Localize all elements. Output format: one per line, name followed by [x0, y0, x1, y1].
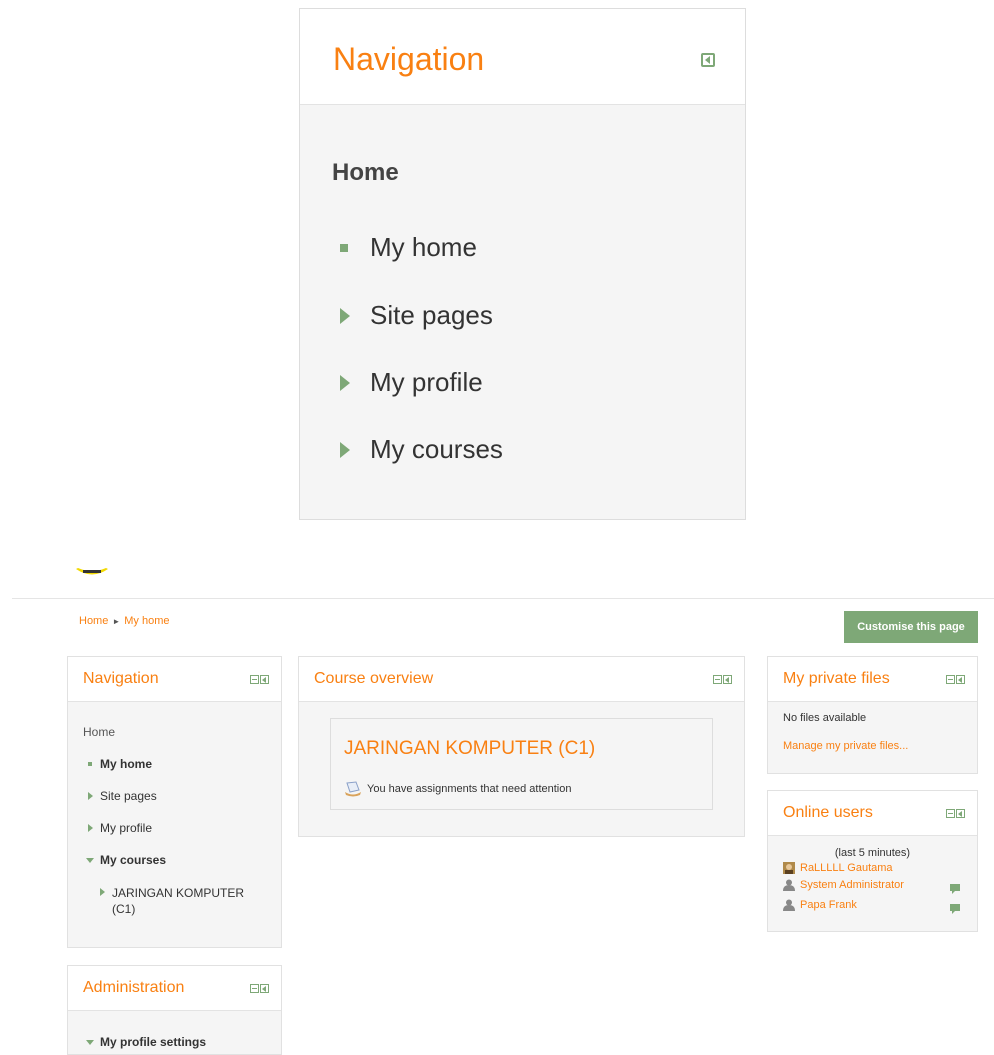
expand-arrow-icon [88, 824, 93, 832]
breadcrumb-current-link[interactable]: My home [124, 615, 169, 627]
online-user-row[interactable]: Papa Frank [783, 899, 857, 911]
course-overview-block: Course overview JARINGAN KOMPUTER (C1) Y… [298, 656, 745, 837]
nav-item-site-pages[interactable]: Site pages [88, 789, 157, 803]
administration-block-title: Administration [83, 979, 185, 996]
assignment-icon [345, 781, 361, 797]
online-user-row[interactable]: RaLLLLL Gautama [783, 862, 893, 874]
expand-arrow-icon [340, 374, 350, 391]
breadcrumb-separator: ► [112, 616, 121, 626]
block-controls [713, 675, 732, 684]
admin-item-label: My profile settings [100, 1035, 207, 1049]
navigation-block-title: Navigation [83, 670, 159, 687]
collapse-arrow-icon [86, 1039, 94, 1045]
collapse-arrow-icon [86, 857, 94, 863]
customise-page-button[interactable]: Customise this page [844, 611, 978, 643]
block-controls [250, 984, 269, 993]
zoomed-navigation-header: Navigation [300, 9, 745, 105]
course-card: JARINGAN KOMPUTER (C1) You have assignme… [330, 718, 713, 810]
header-divider [12, 598, 994, 599]
zoomed-nav-item-my-home[interactable]: My home [338, 232, 477, 263]
block-controls [250, 675, 269, 684]
dock-block-icon[interactable] [723, 675, 732, 684]
dock-block-icon[interactable] [956, 675, 965, 684]
administration-block-header: Administration [68, 966, 281, 1011]
nav-home[interactable]: Home [83, 725, 115, 739]
message-icon[interactable] [950, 884, 960, 894]
nav-item-course[interactable]: JARINGAN KOMPUTER (C1) [100, 885, 244, 917]
navigation-block: Navigation Home My home Site pages My pr… [67, 656, 282, 948]
nav-label: My courses [100, 853, 167, 867]
hide-block-icon[interactable] [946, 675, 955, 684]
private-files-header: My private files [768, 657, 977, 702]
dock-icon[interactable] [701, 53, 715, 67]
hide-block-icon[interactable] [946, 809, 955, 818]
expand-arrow-icon [340, 307, 350, 324]
dock-block-icon[interactable] [260, 675, 269, 684]
online-users-block: Online users (last 5 minutes) RaLLLLL Ga… [767, 790, 978, 932]
zoomed-nav-label: My profile [370, 367, 483, 397]
course-title-link[interactable]: JARINGAN KOMPUTER (C1) [344, 738, 595, 760]
message-icon[interactable] [950, 904, 960, 914]
admin-item-profile-settings[interactable]: My profile settings [86, 1035, 206, 1049]
nav-course-name: JARINGAN KOMPUTER [112, 886, 245, 900]
bullet-icon [88, 762, 92, 766]
zoomed-nav-label: My courses [370, 434, 503, 464]
course-overview-title: Course overview [314, 670, 434, 687]
assignment-notice[interactable]: You have assignments that need attention [344, 781, 571, 797]
navigation-block-header: Navigation [68, 657, 281, 702]
breadcrumb: Home ► My home [79, 615, 170, 627]
user-avatar-icon [783, 899, 795, 911]
online-users-title: Online users [783, 804, 873, 821]
zoomed-navigation-block: Navigation Home My home Site pages My pr… [299, 8, 746, 520]
administration-block: Administration My profile settings [67, 965, 282, 1055]
dock-block-icon[interactable] [260, 984, 269, 993]
hide-block-icon[interactable] [250, 675, 259, 684]
zoomed-nav-item-my-courses[interactable]: My courses [338, 434, 503, 465]
zoomed-navigation-title: Navigation [333, 41, 485, 77]
nav-item-my-courses[interactable]: My courses [86, 853, 166, 867]
breadcrumb-home-link[interactable]: Home [79, 615, 108, 627]
nav-course-group: (C1) [112, 902, 136, 916]
zoomed-nav-home[interactable]: Home [332, 159, 399, 187]
bullet-icon [340, 243, 348, 252]
nav-label: Site pages [100, 789, 157, 803]
zoomed-nav-label: My home [370, 232, 477, 262]
user-avatar-icon [783, 879, 795, 891]
nav-item-my-profile[interactable]: My profile [88, 821, 152, 835]
online-user-row[interactable]: System Administrator [783, 879, 904, 891]
zoomed-nav-item-site-pages[interactable]: Site pages [338, 300, 493, 331]
online-users-header: Online users [768, 791, 977, 836]
block-controls [946, 809, 965, 818]
online-user-name[interactable]: Papa Frank [800, 899, 857, 911]
course-overview-header: Course overview [299, 657, 744, 702]
dock-block-icon[interactable] [956, 809, 965, 818]
expand-arrow-icon [100, 888, 105, 896]
hide-block-icon[interactable] [713, 675, 722, 684]
expand-arrow-icon [88, 792, 93, 800]
online-period: (last 5 minutes) [834, 847, 911, 859]
nav-item-my-home[interactable]: My home [88, 757, 152, 771]
nav-label: My profile [100, 821, 153, 835]
online-user-name[interactable]: System Administrator [800, 879, 904, 891]
hide-block-icon[interactable] [250, 984, 259, 993]
private-files-block: My private files No files available Mana… [767, 656, 978, 774]
no-files-text: No files available [783, 712, 867, 724]
site-logo[interactable] [76, 568, 108, 577]
online-user-name[interactable]: RaLLLLL Gautama [800, 862, 893, 874]
user-photo-icon [783, 862, 795, 874]
zoomed-nav-item-my-profile[interactable]: My profile [338, 367, 483, 398]
zoomed-nav-label: Site pages [370, 300, 493, 330]
block-controls [946, 675, 965, 684]
manage-files-link[interactable]: Manage my private files... [783, 740, 908, 752]
assignment-notice-text: You have assignments that need attention [367, 783, 572, 795]
private-files-title: My private files [783, 670, 890, 687]
expand-arrow-icon [340, 441, 350, 458]
nav-label: My home [100, 757, 153, 771]
